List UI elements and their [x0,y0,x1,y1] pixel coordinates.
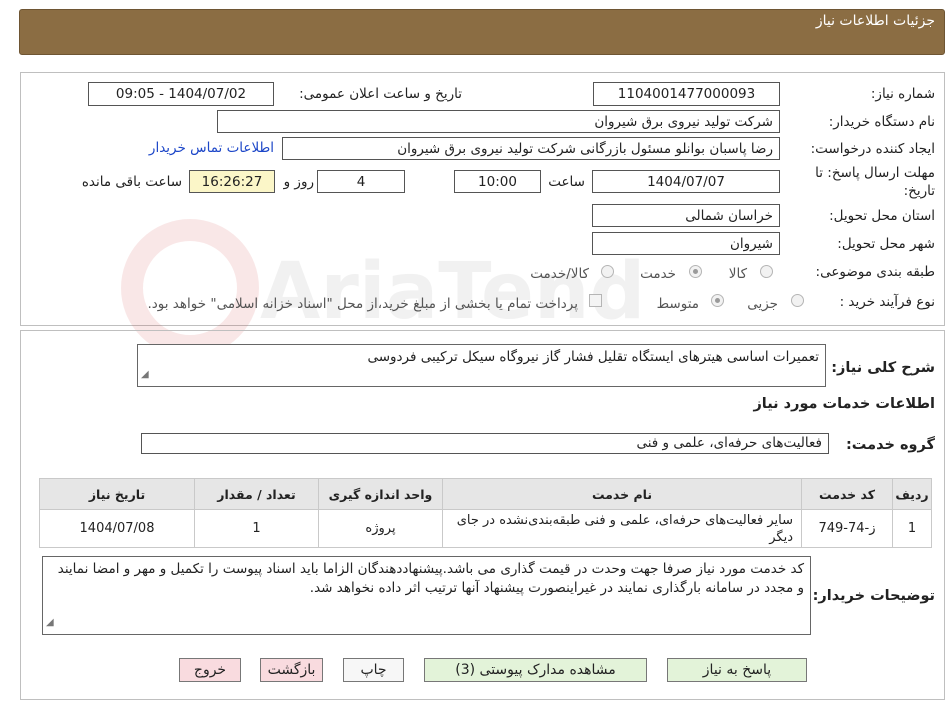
table-row: 1 ز-74-749 سایر فعالیت‌های حرفه‌ای، علمی… [39,509,932,548]
back-button[interactable]: بازگشت [260,658,323,682]
category-radio-service[interactable] [689,265,702,278]
col-header-service-name: نام خدمت [442,478,802,510]
city-label: شهر محل تحویل: [837,236,935,252]
buyer-org-label: نام دستگاه خریدار: [828,114,935,130]
province-field: خراسان شمالی [592,204,780,227]
category-option-goods-service: کالا/خدمت [530,266,589,282]
page-title: جزئیات اطلاعات نیاز [815,13,935,29]
deadline-days-field: 4 [317,170,405,193]
requester-label: ایجاد کننده درخواست: [810,141,935,157]
requester-field: رضا پاسبان بوانلو مسئول بازرگانی شرکت تو… [282,137,780,160]
attachments-button[interactable]: مشاهده مدارک پیوستی (3) [424,658,647,682]
deadline-time-label: ساعت [548,174,585,190]
process-radio-minor[interactable] [791,294,804,307]
service-group-field: فعالیت‌های حرفه‌ای، علمی و فنی [141,433,829,454]
respond-button[interactable]: پاسخ به نیاز [667,658,807,682]
services-section-title: اطلاعات خدمات مورد نیاز [753,396,935,412]
buyer-contact-link[interactable]: اطلاعات تماس خریدار [149,140,274,156]
need-number-label: شماره نیاز: [870,86,935,102]
services-table: ردیف کد خدمت نام خدمت واحد اندازه گیری ت… [39,478,932,548]
col-header-row-number: ردیف [892,478,932,510]
print-button[interactable]: چاپ [343,658,404,682]
buyer-notes-text: کد خدمت مورد نیاز صرفا جهت وحدت در قیمت … [57,561,804,596]
summary-label: شرح کلی نیاز: [831,360,935,376]
deadline-days-label: روز و [283,174,314,190]
resize-grip-icon[interactable]: ◢ [141,365,149,384]
category-label: طبقه بندی موضوعی: [815,264,935,280]
cell-service-code: ز-74-749 [801,509,893,548]
category-option-service: خدمت [640,266,676,282]
city-field: شیروان [592,232,780,255]
service-group-label: گروه خدمت: [845,437,935,453]
need-number-field: 1104001477000093 [593,82,780,106]
summary-text: تعمیرات اساسی هیترهای ایستگاه تقلیل فشار… [367,349,819,365]
table-header-row: ردیف کد خدمت نام خدمت واحد اندازه گیری ت… [39,478,932,510]
cell-unit: پروژه [318,509,443,548]
col-header-unit: واحد اندازه گیری [318,478,443,510]
deadline-label-line2: تاریخ: [903,183,935,199]
deadline-date-field: 1404/07/07 [592,170,780,193]
buyer-notes-field: کد خدمت مورد نیاز صرفا جهت وحدت در قیمت … [42,556,811,635]
process-option-minor: جزیی [747,296,778,312]
category-radio-goods[interactable] [760,265,773,278]
remaining-time-field: 16:26:27 [189,170,275,193]
deadline-label-line1: مهلت ارسال پاسخ: تا [815,165,935,181]
category-option-goods: کالا [728,266,747,282]
col-header-quantity: تعداد / مقدار [194,478,319,510]
deadline-time-field: 10:00 [454,170,541,193]
summary-field: تعمیرات اساسی هیترهای ایستگاه تقلیل فشار… [137,344,826,387]
cell-quantity: 1 [194,509,319,548]
announce-datetime-field: 1404/07/02 - 09:05 [88,82,274,106]
buyer-notes-label: توضیحات خریدار: [812,588,935,604]
remaining-time-label: ساعت باقی مانده [81,174,182,190]
exit-button[interactable]: خروج [179,658,241,682]
resize-grip-icon[interactable]: ◢ [46,613,54,632]
col-header-service-code: کد خدمت [801,478,893,510]
category-radio-goods-service[interactable] [601,265,614,278]
process-option-medium: متوسط [656,296,699,312]
process-radio-medium[interactable] [711,294,724,307]
page-header [19,9,945,55]
buyer-org-field: شرکت تولید نیروی برق شیروان [217,110,780,133]
cell-need-date: 1404/07/08 [39,509,195,548]
province-label: استان محل تحویل: [829,208,935,224]
treasury-checkbox[interactable] [589,294,602,307]
cell-service-name: سایر فعالیت‌های حرفه‌ای، علمی و فنی طبقه… [442,509,802,548]
treasury-payment-note: پرداخت تمام یا بخشی از مبلغ خرید،از محل … [147,296,578,312]
announce-datetime-label: تاریخ و ساعت اعلان عمومی: [299,86,462,102]
process-type-label: نوع فرآیند خرید : [839,294,935,310]
cell-row-number: 1 [892,509,932,548]
col-header-need-date: تاریخ نیاز [39,478,195,510]
